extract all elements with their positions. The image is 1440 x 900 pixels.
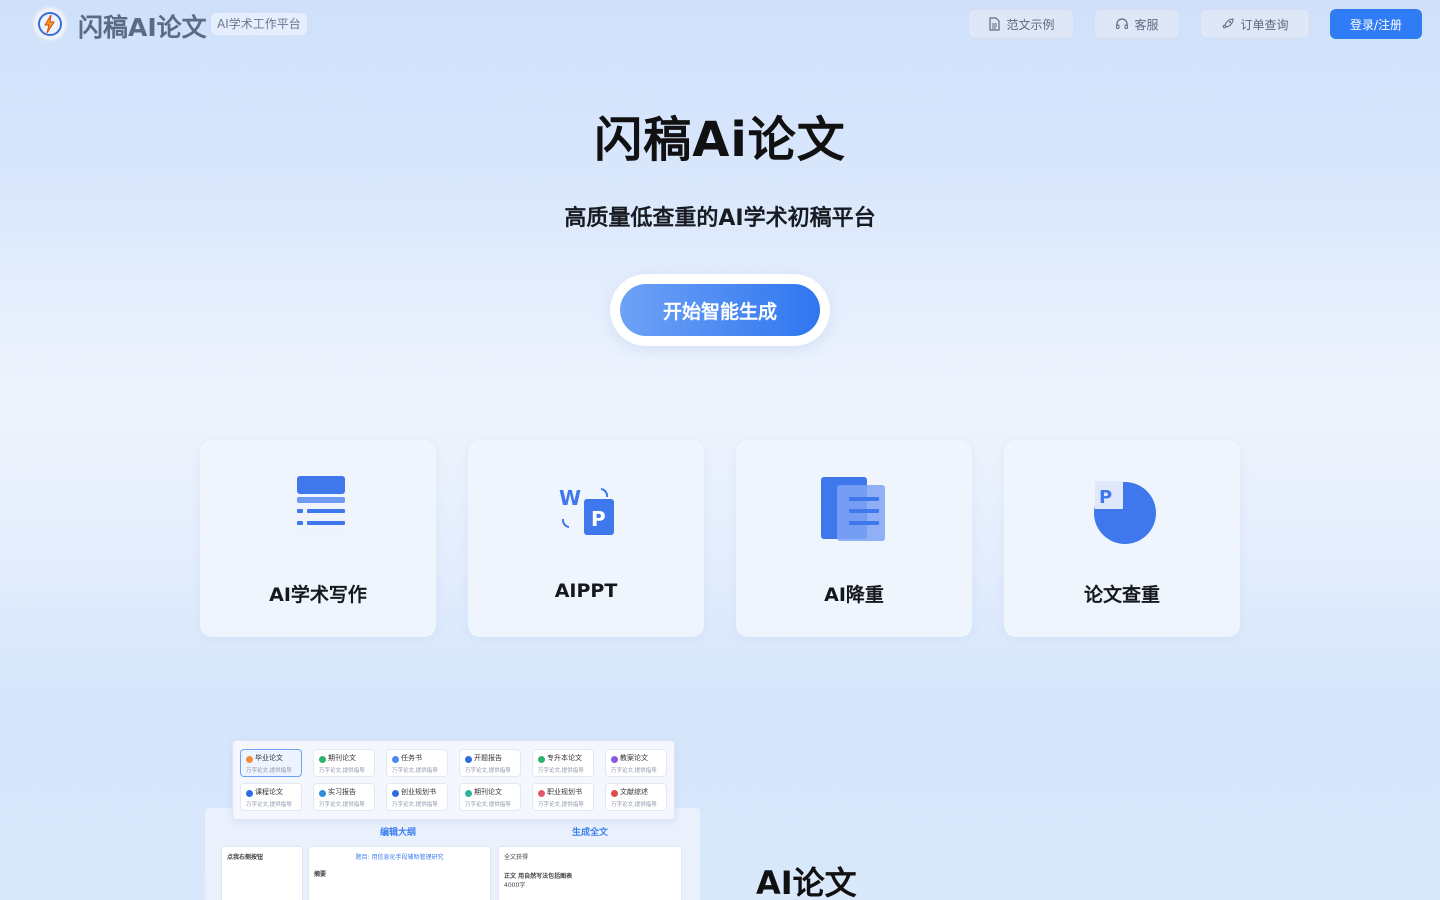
preview-panel-right: 全文获得 正文 用自然写法包括图表 4000字 bbox=[498, 846, 682, 900]
hero-title: 闪稿Ai论文 bbox=[594, 112, 846, 168]
preview-tab-full: 生成全文 bbox=[572, 828, 609, 838]
product-preview-image: 毕业论文 万字论文,提供指导 期刊论文 万字论文,提供指导 任务书 万字论文,提供指导… bbox=[205, 738, 700, 900]
type-chip: 职业规划书 万字论文,提供指导 bbox=[532, 783, 594, 811]
type-chip: 任务书 万字论文,提供指导 bbox=[386, 749, 448, 777]
card-plagiarism-check[interactable]: P 论文查重 bbox=[1004, 440, 1240, 637]
document-icon bbox=[989, 17, 1001, 31]
nav-label: 订单查询 bbox=[1240, 17, 1289, 32]
nav-sample-papers[interactable]: 范文示例 bbox=[968, 9, 1074, 39]
nav-order-query[interactable]: 订单查询 bbox=[1200, 9, 1310, 39]
top-header: 闪稿AI论文 AI学术工作平台 范文示例 客服 订单查询 登录/注册 bbox=[0, 0, 1440, 48]
stacked-docs-icon bbox=[819, 475, 889, 545]
writing-icon bbox=[283, 475, 353, 545]
card-aippt[interactable]: W P AIPPT bbox=[468, 440, 704, 637]
type-chip: 期刊论文 万字论文,提供指导 bbox=[313, 749, 375, 777]
type-chip: 创业规划书 万字论文,提供指导 bbox=[386, 783, 448, 811]
nav-label: 客服 bbox=[1134, 17, 1159, 32]
preview-type-grid: 毕业论文 万字论文,提供指导 期刊论文 万字论文,提供指导 任务书 万字论文,提供指导… bbox=[232, 740, 675, 820]
login-register-button[interactable]: 登录/注册 bbox=[1330, 9, 1422, 39]
start-generate-button[interactable]: 开始智能生成 bbox=[620, 284, 820, 336]
svg-text:W: W bbox=[559, 486, 581, 510]
card-label: 论文查重 bbox=[1083, 584, 1160, 606]
type-chip: 文献综述 万字论文,提供指导 bbox=[605, 783, 667, 811]
word-to-ppt-icon: W P bbox=[551, 475, 621, 545]
card-label: AIPPT bbox=[554, 580, 618, 602]
hero-subtitle: 高质量低查重的AI学术初稿平台 bbox=[564, 206, 876, 231]
rocket-icon bbox=[1222, 18, 1235, 29]
card-ai-writing[interactable]: AI学术写作 bbox=[200, 440, 436, 637]
type-chip: 毕业论文 万字论文,提供指导 bbox=[240, 749, 302, 777]
svg-text:P: P bbox=[591, 507, 606, 531]
nav-customer-service[interactable]: 客服 bbox=[1094, 9, 1180, 39]
nav-label: 范文示例 bbox=[1006, 17, 1055, 32]
brand-name[interactable]: 闪稿AI论文 bbox=[78, 8, 207, 44]
brand-tagline: AI学术工作平台 bbox=[211, 13, 307, 35]
type-chip: 开题报告 万字论文,提供指导 bbox=[459, 749, 521, 777]
pie-p-icon: P bbox=[1087, 475, 1157, 545]
cta-wrapper: 开始智能生成 bbox=[610, 274, 830, 346]
card-label: AI降重 bbox=[824, 584, 884, 606]
type-chip: 教案论文 万字论文,提供指导 bbox=[605, 749, 667, 777]
card-ai-reduce-duplication[interactable]: AI降重 bbox=[736, 440, 972, 637]
preview-tab-outline: 编辑大纲 bbox=[380, 828, 417, 838]
preview-panel-left: 点我右侧按钮 bbox=[221, 846, 303, 900]
svg-text:P: P bbox=[1099, 487, 1112, 508]
type-chip: 专升本论文 万字论文,提供指导 bbox=[532, 749, 594, 777]
card-label: AI学术写作 bbox=[269, 584, 367, 606]
type-chip: 实习报告 万字论文,提供指导 bbox=[313, 783, 375, 811]
type-chip: 课程论文 万字论文,提供指导 bbox=[240, 783, 302, 811]
lightning-logo-icon bbox=[38, 12, 62, 36]
logo[interactable] bbox=[32, 6, 68, 42]
preview-panel-middle: 题目: 用信息化手段辅助管理研究 摘要 bbox=[308, 846, 491, 900]
type-chip: 期刊论文 万字论文,提供指导 bbox=[459, 783, 521, 811]
section-title: AI论文 bbox=[756, 864, 857, 900]
headset-icon bbox=[1116, 18, 1129, 29]
